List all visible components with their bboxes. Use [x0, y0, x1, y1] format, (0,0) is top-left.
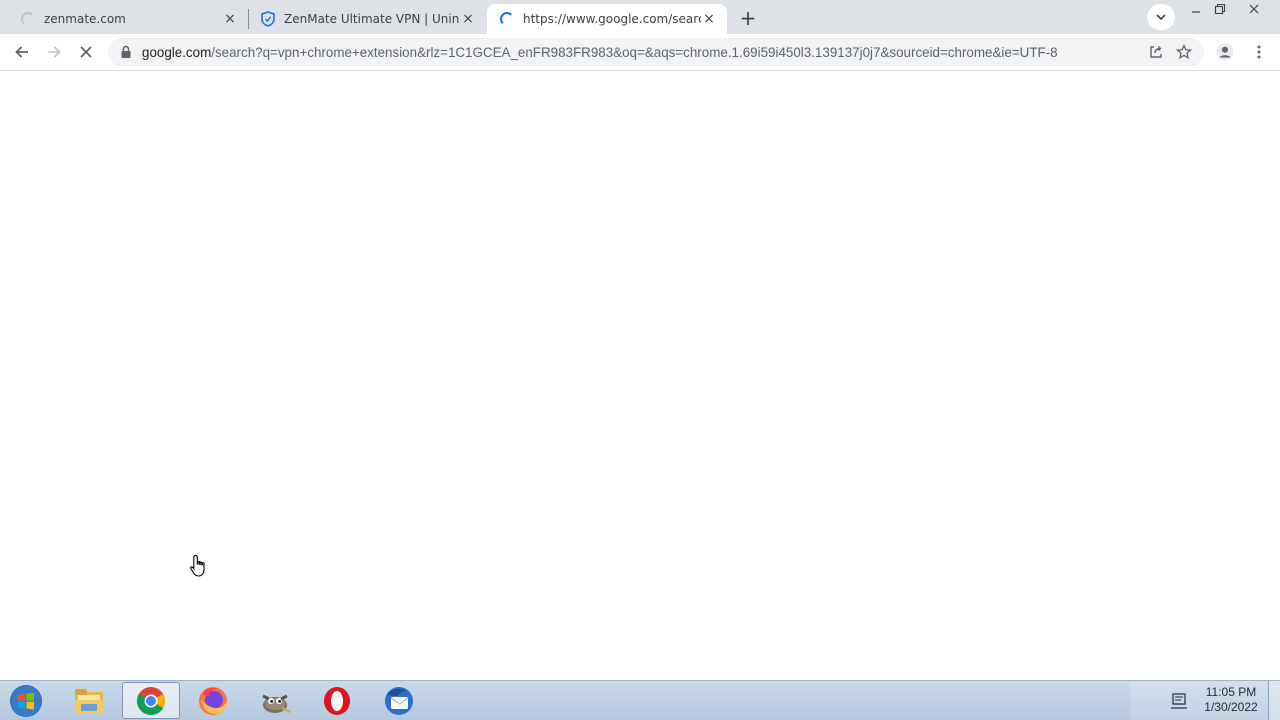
- stop-loading-button[interactable]: [72, 38, 100, 66]
- loading-spinner-icon: [20, 11, 36, 27]
- close-window-button[interactable]: [1242, 0, 1266, 18]
- thunderbird-icon: [385, 686, 413, 715]
- close-tab-icon[interactable]: ×: [222, 11, 238, 27]
- windows-taskbar: 11:05 PM 1/30/2022: [0, 680, 1280, 720]
- windows-start-icon: [10, 685, 42, 717]
- windows-explorer-icon: [75, 688, 103, 714]
- star-icon: [1176, 44, 1192, 60]
- restore-button[interactable]: [1208, 0, 1232, 18]
- tab-zenmate-com[interactable]: zenmate.com ×: [8, 4, 248, 34]
- menu-button[interactable]: [1245, 38, 1273, 66]
- firefox-icon: [199, 686, 227, 715]
- new-tab-button[interactable]: +: [734, 4, 762, 32]
- taskbar-firefox[interactable]: [184, 682, 242, 719]
- tab-title: zenmate.com: [44, 12, 126, 26]
- kebab-menu-icon: [1257, 45, 1261, 59]
- back-button[interactable]: [8, 38, 36, 66]
- url-text[interactable]: google.com/search?q=vpn+chrome+extension…: [142, 45, 1142, 60]
- share-icon: [1150, 46, 1162, 58]
- back-arrow-icon: [15, 46, 28, 58]
- clock-date: 1/30/2022: [1204, 700, 1258, 714]
- url-host: google.com: [142, 44, 212, 60]
- lock-icon: [118, 45, 134, 59]
- minimize-icon: [1192, 11, 1200, 13]
- hand-cursor-icon: [190, 554, 205, 577]
- taskbar-thunderbird[interactable]: [370, 682, 428, 719]
- taskbar-clock[interactable]: 11:05 PM 1/30/2022: [1196, 685, 1266, 715]
- chevron-down-icon: [1156, 14, 1166, 21]
- tab-google-search[interactable]: https://www.google.com/search? ×: [487, 4, 727, 34]
- chrome-icon: [137, 686, 165, 715]
- clock-time: 11:05 PM: [1205, 685, 1257, 699]
- share-button[interactable]: [1142, 38, 1170, 66]
- bookmark-button[interactable]: [1170, 38, 1198, 66]
- taskbar-chrome[interactable]: [122, 682, 180, 719]
- show-desktop-button[interactable]: [1268, 681, 1280, 720]
- taskbar-explorer[interactable]: [60, 682, 118, 719]
- tab-title: https://www.google.com/search?: [523, 12, 701, 26]
- close-tab-icon[interactable]: ×: [701, 11, 717, 27]
- browser-toolbar: google.com/search?q=vpn+chrome+extension…: [0, 34, 1280, 71]
- restore-icon: [1214, 3, 1226, 15]
- start-button[interactable]: [6, 683, 46, 719]
- zenmate-shield-icon: [260, 11, 276, 27]
- tab-zenmate-uninstall[interactable]: ZenMate Ultimate VPN | Uninstal ×: [248, 4, 486, 34]
- forward-arrow-icon: [48, 46, 61, 58]
- minimize-button[interactable]: [1184, 0, 1208, 18]
- opera-icon: [324, 686, 350, 715]
- gimp-icon: [262, 694, 291, 713]
- url-path: /search?q=vpn+chrome+extension&rlz=1C1GC…: [211, 44, 1058, 60]
- action-center-flag-icon: [1171, 693, 1187, 709]
- close-icon: [1249, 4, 1259, 14]
- close-tab-icon[interactable]: ×: [460, 11, 476, 27]
- action-center-button[interactable]: [1168, 691, 1190, 711]
- page-viewport[interactable]: [0, 71, 1280, 680]
- close-icon: [80, 46, 92, 58]
- tab-strip: zenmate.com × ZenMate Ultimate VPN | Uni…: [0, 0, 1280, 34]
- address-bar[interactable]: google.com/search?q=vpn+chrome+extension…: [108, 38, 1204, 66]
- loading-spinner-icon: [499, 11, 515, 27]
- tab-title: ZenMate Ultimate VPN | Uninstal: [284, 12, 460, 26]
- profile-button[interactable]: [1211, 38, 1239, 66]
- tab-search-button[interactable]: [1147, 4, 1175, 30]
- taskbar-gimp[interactable]: [246, 682, 304, 719]
- profile-avatar-icon: [1216, 43, 1234, 61]
- forward-button[interactable]: [40, 38, 68, 66]
- taskbar-opera[interactable]: [308, 682, 366, 719]
